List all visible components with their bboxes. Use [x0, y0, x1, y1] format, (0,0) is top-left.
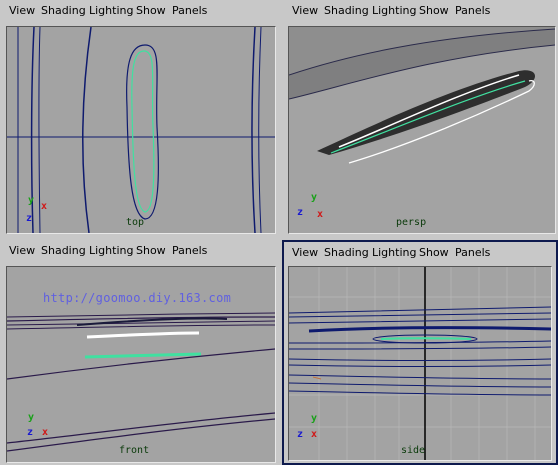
menu-shading[interactable]: Shading	[324, 4, 369, 17]
menu-lighting[interactable]: Lighting	[372, 246, 416, 259]
menu-panels[interactable]: Panels	[172, 244, 207, 257]
axis-z-label: z	[297, 429, 304, 440]
overlay-url-text: http://goomoo.diy.163.com	[43, 291, 232, 305]
axis-z-label: z	[27, 427, 34, 438]
menu-view[interactable]: View	[292, 246, 318, 259]
menu-show[interactable]: Show	[136, 4, 166, 17]
viewport-panel-front[interactable]: View Shading Lighting Show Panels http:/…	[0, 240, 280, 465]
menu-show[interactable]: Show	[136, 244, 166, 257]
axis-y-label: y	[28, 195, 35, 206]
viewport-panel-top[interactable]: View Shading Lighting Show Panels y x z …	[0, 0, 280, 238]
axis-y-label: y	[28, 412, 35, 423]
axis-z-label: z	[297, 207, 304, 218]
camera-label: persp	[396, 217, 427, 228]
menu-panels[interactable]: Panels	[455, 4, 490, 17]
axis-z-label: z	[26, 213, 33, 224]
viewport-canvas[interactable]: y z x persp	[288, 26, 556, 234]
menu-lighting[interactable]: Lighting	[372, 4, 416, 17]
camera-label: side	[401, 445, 426, 456]
axis-x-label: x	[311, 429, 318, 440]
viewport-canvas[interactable]: http://goomoo.diy.163.com y z x front	[6, 266, 276, 463]
viewport-panel-side[interactable]: View Shading Lighting Show Panels y z x …	[282, 240, 558, 465]
menu-view[interactable]: View	[292, 4, 318, 17]
menu-lighting[interactable]: Lighting	[89, 4, 133, 17]
viewport-canvas[interactable]: y x z top	[6, 26, 276, 234]
menu-show[interactable]: Show	[419, 246, 449, 259]
viewport-canvas[interactable]: y z x side	[288, 266, 552, 461]
menu-panels[interactable]: Panels	[455, 246, 490, 259]
axis-x-label: x	[41, 201, 48, 212]
viewport-panel-persp[interactable]: View Shading Lighting Show Panels y z x …	[282, 0, 558, 238]
panel-menubar: View Shading Lighting Show Panels	[0, 0, 280, 20]
panel-menubar: View Shading Lighting Show Panels	[0, 240, 280, 260]
panel-menubar: View Shading Lighting Show Panels	[282, 0, 558, 20]
menu-panels[interactable]: Panels	[172, 4, 207, 17]
menu-view[interactable]: View	[9, 4, 35, 17]
axis-y-label: y	[311, 413, 318, 424]
menu-lighting[interactable]: Lighting	[89, 244, 133, 257]
menu-show[interactable]: Show	[419, 4, 449, 17]
axis-x-label: x	[42, 427, 49, 438]
menu-view[interactable]: View	[9, 244, 35, 257]
scene-wireframe	[7, 27, 275, 233]
camera-label: top	[126, 217, 145, 228]
panel-menubar: View Shading Lighting Show Panels	[284, 242, 556, 262]
menu-shading[interactable]: Shading	[41, 244, 86, 257]
scene-wireframe	[289, 27, 555, 164]
camera-label: front	[119, 445, 150, 456]
scene-wireframe	[289, 267, 551, 460]
axis-y-label: y	[311, 192, 318, 203]
axis-x-label: x	[317, 209, 324, 220]
menu-shading[interactable]: Shading	[41, 4, 86, 17]
menu-shading[interactable]: Shading	[324, 246, 369, 259]
